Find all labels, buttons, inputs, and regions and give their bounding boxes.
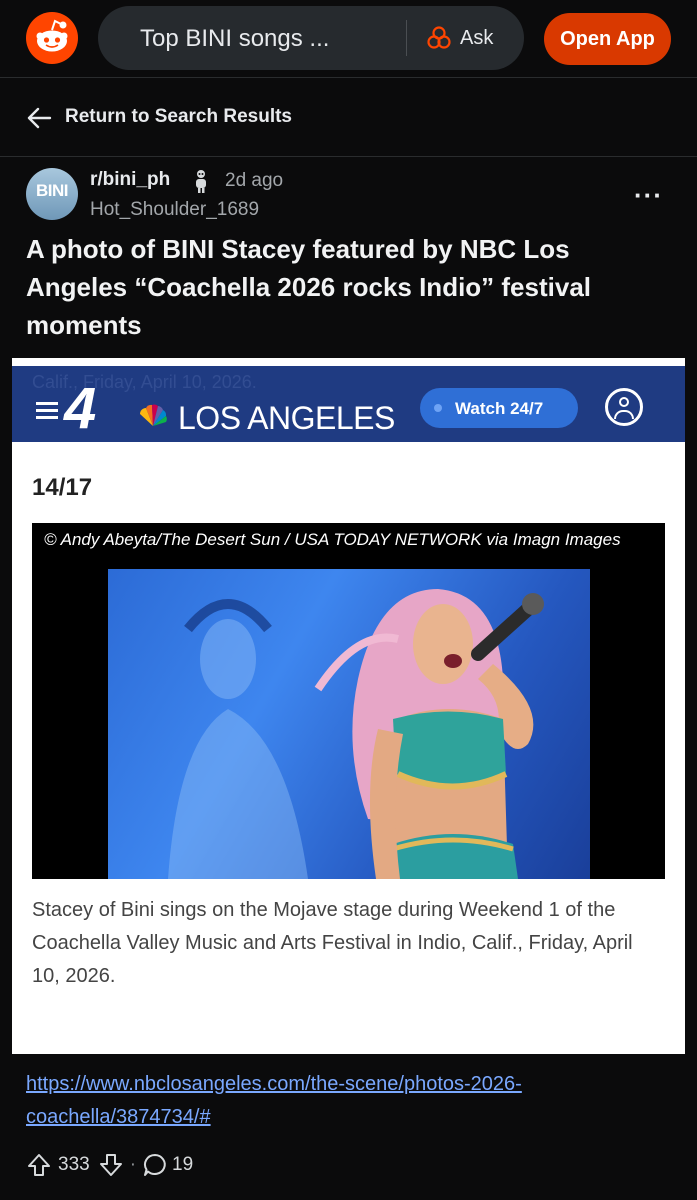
search-divider [406, 20, 407, 56]
comment-icon[interactable] [142, 1152, 168, 1178]
avatar-text: BINI [36, 181, 69, 200]
subreddit-name[interactable]: r/bini_ph [90, 169, 170, 191]
gallery-photo: © Andy Abeyta/The Desert Sun / USA TODAY… [32, 523, 665, 879]
nbc-site-header: Calif., Friday, April 10, 2026. 4 LOS AN… [12, 366, 685, 442]
watch-label: Watch 24/7 [455, 399, 544, 418]
arrow-left-icon [27, 107, 52, 129]
post-image[interactable]: Calif., Friday, April 10, 2026. 4 LOS AN… [12, 358, 685, 1054]
nbc-peacock-icon [140, 404, 167, 426]
search-query-text[interactable]: Top BINI songs ... [140, 25, 329, 53]
top-bar: Top BINI songs ... Ask Open App [0, 0, 697, 78]
subreddit-avatar[interactable]: BINI [26, 168, 78, 220]
downvote-icon[interactable] [98, 1152, 124, 1178]
account-icon [605, 388, 643, 426]
reddit-logo-icon[interactable] [26, 12, 78, 64]
upvote-count: 333 [58, 1154, 90, 1175]
source-link[interactable]: https://www.nbclosangeles.com/the-scene/… [26, 1068, 666, 1134]
comment-count: 19 [172, 1154, 194, 1175]
post-actions-bar: 333 · 19 [26, 1150, 193, 1180]
ask-button[interactable]: Ask [426, 24, 493, 52]
post-title[interactable]: A photo of BINI Stacey featured by NBC L… [26, 230, 676, 344]
return-label: Return to Search Results [65, 106, 292, 127]
more-options-icon[interactable]: ··· [634, 180, 663, 211]
account-body [614, 410, 634, 419]
gallery-counter: 14/17 [32, 474, 93, 501]
open-app-label: Open App [560, 27, 655, 50]
search-box[interactable]: Top BINI songs ... Ask [98, 6, 524, 70]
separator-dot: · [129, 1154, 137, 1175]
subreddit-mod-icon [196, 170, 206, 193]
account-head [619, 397, 629, 407]
stage-photo [108, 569, 590, 879]
ask-answers-icon [427, 26, 451, 49]
performer-illustration [168, 589, 544, 879]
post-time: 2d ago [225, 170, 284, 191]
station-name: LOS ANGELES [178, 400, 395, 436]
channel-number: 4 [64, 376, 97, 441]
photo-caption: Stacey of Bini sings on the Mojave stage… [32, 899, 633, 987]
post-author[interactable]: Hot_Shoulder_1689 [90, 199, 259, 221]
upvote-icon[interactable] [26, 1152, 52, 1178]
menu-icon [36, 402, 58, 423]
live-dot [434, 404, 442, 412]
return-to-search-link[interactable]: Return to Search Results [0, 79, 697, 157]
photo-credit: © Andy Abeyta/The Desert Sun / USA TODAY… [44, 530, 621, 549]
open-app-button[interactable]: Open App [544, 13, 671, 65]
ask-label: Ask [460, 26, 494, 49]
watch-live-button: Watch 24/7 [420, 388, 578, 428]
